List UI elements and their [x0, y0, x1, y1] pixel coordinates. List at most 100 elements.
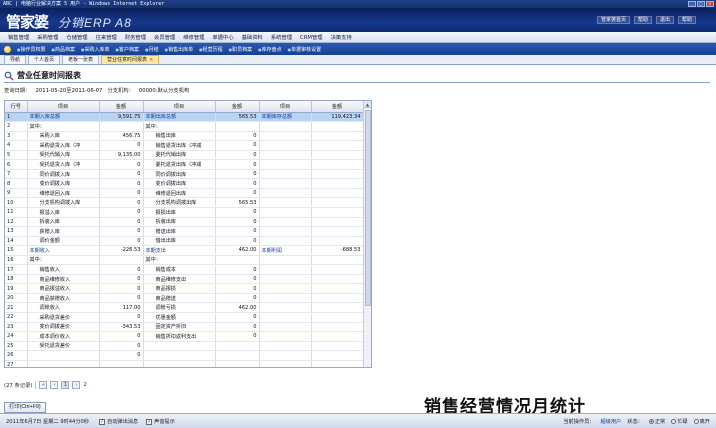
menu-item[interactable]: 往来管理: [96, 33, 117, 41]
table-row[interactable]: 12 拆装入库 0 拆装出库 0: [5, 217, 364, 228]
next-page-button[interactable]: ›: [72, 381, 81, 389]
menu-item[interactable]: 销售管理: [8, 33, 29, 41]
column-header[interactable]: 项目: [259, 101, 312, 113]
checkbox-icon[interactable]: ✓: [146, 418, 153, 425]
quick-link[interactable]: 经营历程: [199, 46, 223, 53]
table-row[interactable]: 5 受托代销入库 9,135.00 委托代销出库 0: [5, 150, 364, 161]
table-cell: 报溢入库: [27, 207, 100, 218]
table-row[interactable]: 26 0: [5, 350, 364, 361]
prev-page-button[interactable]: ‹: [50, 381, 59, 389]
table-row[interactable]: 17 销售收入 0 销售成本 0: [5, 264, 364, 275]
table-row[interactable]: 7 同价调拨入库 0 同价调拨出库 0: [5, 169, 364, 180]
first-page-button[interactable]: «: [39, 381, 48, 389]
row-number-cell: 24: [5, 331, 28, 342]
table-cell: [311, 264, 364, 275]
quick-link[interactable]: 月结: [145, 46, 159, 53]
table-row[interactable]: 18 商品维修收入 0 商品维修支出 0: [5, 274, 364, 285]
menu-item[interactable]: 会员管理: [154, 33, 175, 41]
menu-item[interactable]: 系统管理: [271, 33, 292, 41]
help-link[interactable]: 帮助: [633, 16, 652, 24]
state-label: 状态：: [627, 418, 643, 425]
minimize-icon[interactable]: _: [688, 1, 696, 7]
sound-toggle[interactable]: ✓ 声音提示: [146, 418, 175, 425]
home-link[interactable]: 管家婆首页: [596, 16, 630, 24]
menu-item[interactable]: 财务管理: [125, 33, 146, 41]
quick-link[interactable]: 职员档案: [229, 46, 252, 53]
tab-nav[interactable]: 导航: [4, 55, 27, 64]
table-row[interactable]: 9 维修退回入库 0 维修退回出库 0: [5, 188, 364, 199]
maximize-icon[interactable]: □: [697, 1, 705, 7]
column-header[interactable]: 行号: [5, 101, 28, 113]
tab-personal-home[interactable]: 个人首页: [28, 55, 61, 64]
column-header[interactable]: 项目: [143, 101, 216, 113]
table-row[interactable]: 19 商品报溢收入 0 商品报损 0: [5, 283, 364, 294]
table-row[interactable]: 2 其中： 其中：: [5, 121, 364, 132]
quick-link[interactable]: 采购入库单: [81, 46, 110, 53]
table-cell: 0: [99, 159, 144, 170]
table-row[interactable]: 16 其中： 其中：: [5, 255, 364, 266]
table-body: 1 本期入库总额 9,591.75 本期出库总额 565.53 本期库存总额 119,423…: [5, 112, 364, 367]
state-away[interactable]: 离开: [693, 418, 710, 425]
table-row[interactable]: 13 获赠入库 0 赠送出库 0: [5, 226, 364, 237]
table-row[interactable]: 6 受托退货入库（冲 0 委托退货出库（冲减 0: [5, 159, 364, 170]
radio-icon[interactable]: [648, 418, 654, 424]
table-cell: [311, 140, 364, 151]
tab-business-report[interactable]: 营业任意时间报表 ×: [101, 55, 160, 64]
table-row[interactable]: 21 调账收入 117.00 调账亏损 462.00: [5, 302, 364, 313]
quick-access-bar: 操作员权限 商品档案 采购入库单 客户档案 月结 销售出库单 经营历程 职员档案…: [0, 43, 716, 55]
logout-link[interactable]: 退出: [655, 16, 674, 24]
print-button[interactable]: 打印(Ctrl+F9): [4, 402, 46, 413]
column-header[interactable]: 金额: [99, 101, 144, 113]
table-cell: 462.00: [215, 302, 260, 313]
menu-item[interactable]: 维修管理: [183, 33, 204, 41]
menu-item[interactable]: CRM管理: [300, 33, 323, 41]
current-page[interactable]: 1: [61, 381, 70, 389]
state-normal[interactable]: 正常: [648, 418, 665, 425]
table-row[interactable]: 8 变价调拨入库 0 变价调拨出库 0: [5, 178, 364, 189]
close-icon[interactable]: ×: [149, 57, 153, 63]
quick-link[interactable]: 客户档案: [116, 46, 139, 53]
vertical-scrollbar[interactable]: ▲: [363, 101, 371, 367]
quick-link[interactable]: 单据审核设置: [288, 46, 321, 53]
table-row[interactable]: 20 商品获赠收入 0 商品赠送 0: [5, 293, 364, 304]
menu-item[interactable]: 单据中心: [212, 33, 233, 41]
radio-icon[interactable]: [693, 418, 699, 424]
menu-item[interactable]: 采购管理: [37, 33, 58, 41]
quick-link[interactable]: 商品档案: [52, 46, 75, 53]
menu-item[interactable]: 仓储管理: [66, 33, 87, 41]
tab-boss-sheet[interactable]: 老板一张表: [62, 55, 100, 64]
table-row[interactable]: 25 受托退货差价 0: [5, 341, 364, 352]
table-row[interactable]: 14 调价金额 0 借出出库 0: [5, 236, 364, 247]
quick-link[interactable]: 库存盘点: [258, 46, 282, 53]
table-row[interactable]: 11 报溢入库 0 报损出库 0: [5, 207, 364, 218]
table-cell: 商品报损: [143, 283, 216, 294]
quick-link[interactable]: 操作员权限: [17, 46, 46, 53]
state-busy[interactable]: 忙碌: [671, 418, 688, 425]
table-row[interactable]: 10 分支机构调拨入库 0 分支机构调拨出库 565.53: [5, 197, 364, 208]
table-cell: 0: [99, 341, 144, 352]
scroll-up-icon[interactable]: ▲: [364, 101, 371, 108]
radio-icon[interactable]: [671, 418, 677, 424]
scroll-thumb[interactable]: [365, 110, 371, 306]
menu-item[interactable]: 基础资料: [242, 33, 263, 41]
main-menu: 销售管理 采购管理 仓储管理 往来管理 财务管理 会员管理 维修管理 单据中心 …: [0, 32, 716, 43]
table-row[interactable]: 1 本期入库总额 9,591.75 本期出库总额 565.53 本期库存总额 119,423…: [5, 112, 364, 123]
table-row[interactable]: 27: [5, 360, 364, 367]
column-header[interactable]: 项目: [27, 101, 100, 113]
table-row[interactable]: 24 成本调价收入 0 销售折扣返利支出 0: [5, 331, 364, 342]
menu-item[interactable]: 决策支持: [331, 33, 352, 41]
table-row[interactable]: 23 变价调拨差价 -343.53 固定资产折旧 0: [5, 322, 364, 333]
column-header[interactable]: 金额: [215, 101, 260, 113]
quick-link[interactable]: 销售出库单: [165, 46, 193, 53]
table-row[interactable]: 15 本期收入 -226.53 本期支出 462.00 本期利润 -688.53: [5, 245, 364, 256]
table-row[interactable]: 4 采购退货入库（冲 0 销售退货出库（冲减 0: [5, 140, 364, 151]
close-icon[interactable]: ×: [706, 1, 714, 7]
auto-popup-toggle[interactable]: ✓ 自动弹出消息: [99, 418, 138, 425]
checkbox-icon[interactable]: ✓: [99, 418, 105, 425]
table-row[interactable]: 3 采购入库 456.75 销售出库 0: [5, 131, 364, 142]
table-row[interactable]: 22 采购退货差价 0 优惠金额 0: [5, 312, 364, 323]
table-cell: 0: [215, 293, 260, 304]
page-link[interactable]: 2: [83, 382, 86, 388]
column-header[interactable]: 金额: [311, 101, 364, 113]
exit-link[interactable]: 帮助: [677, 16, 696, 24]
